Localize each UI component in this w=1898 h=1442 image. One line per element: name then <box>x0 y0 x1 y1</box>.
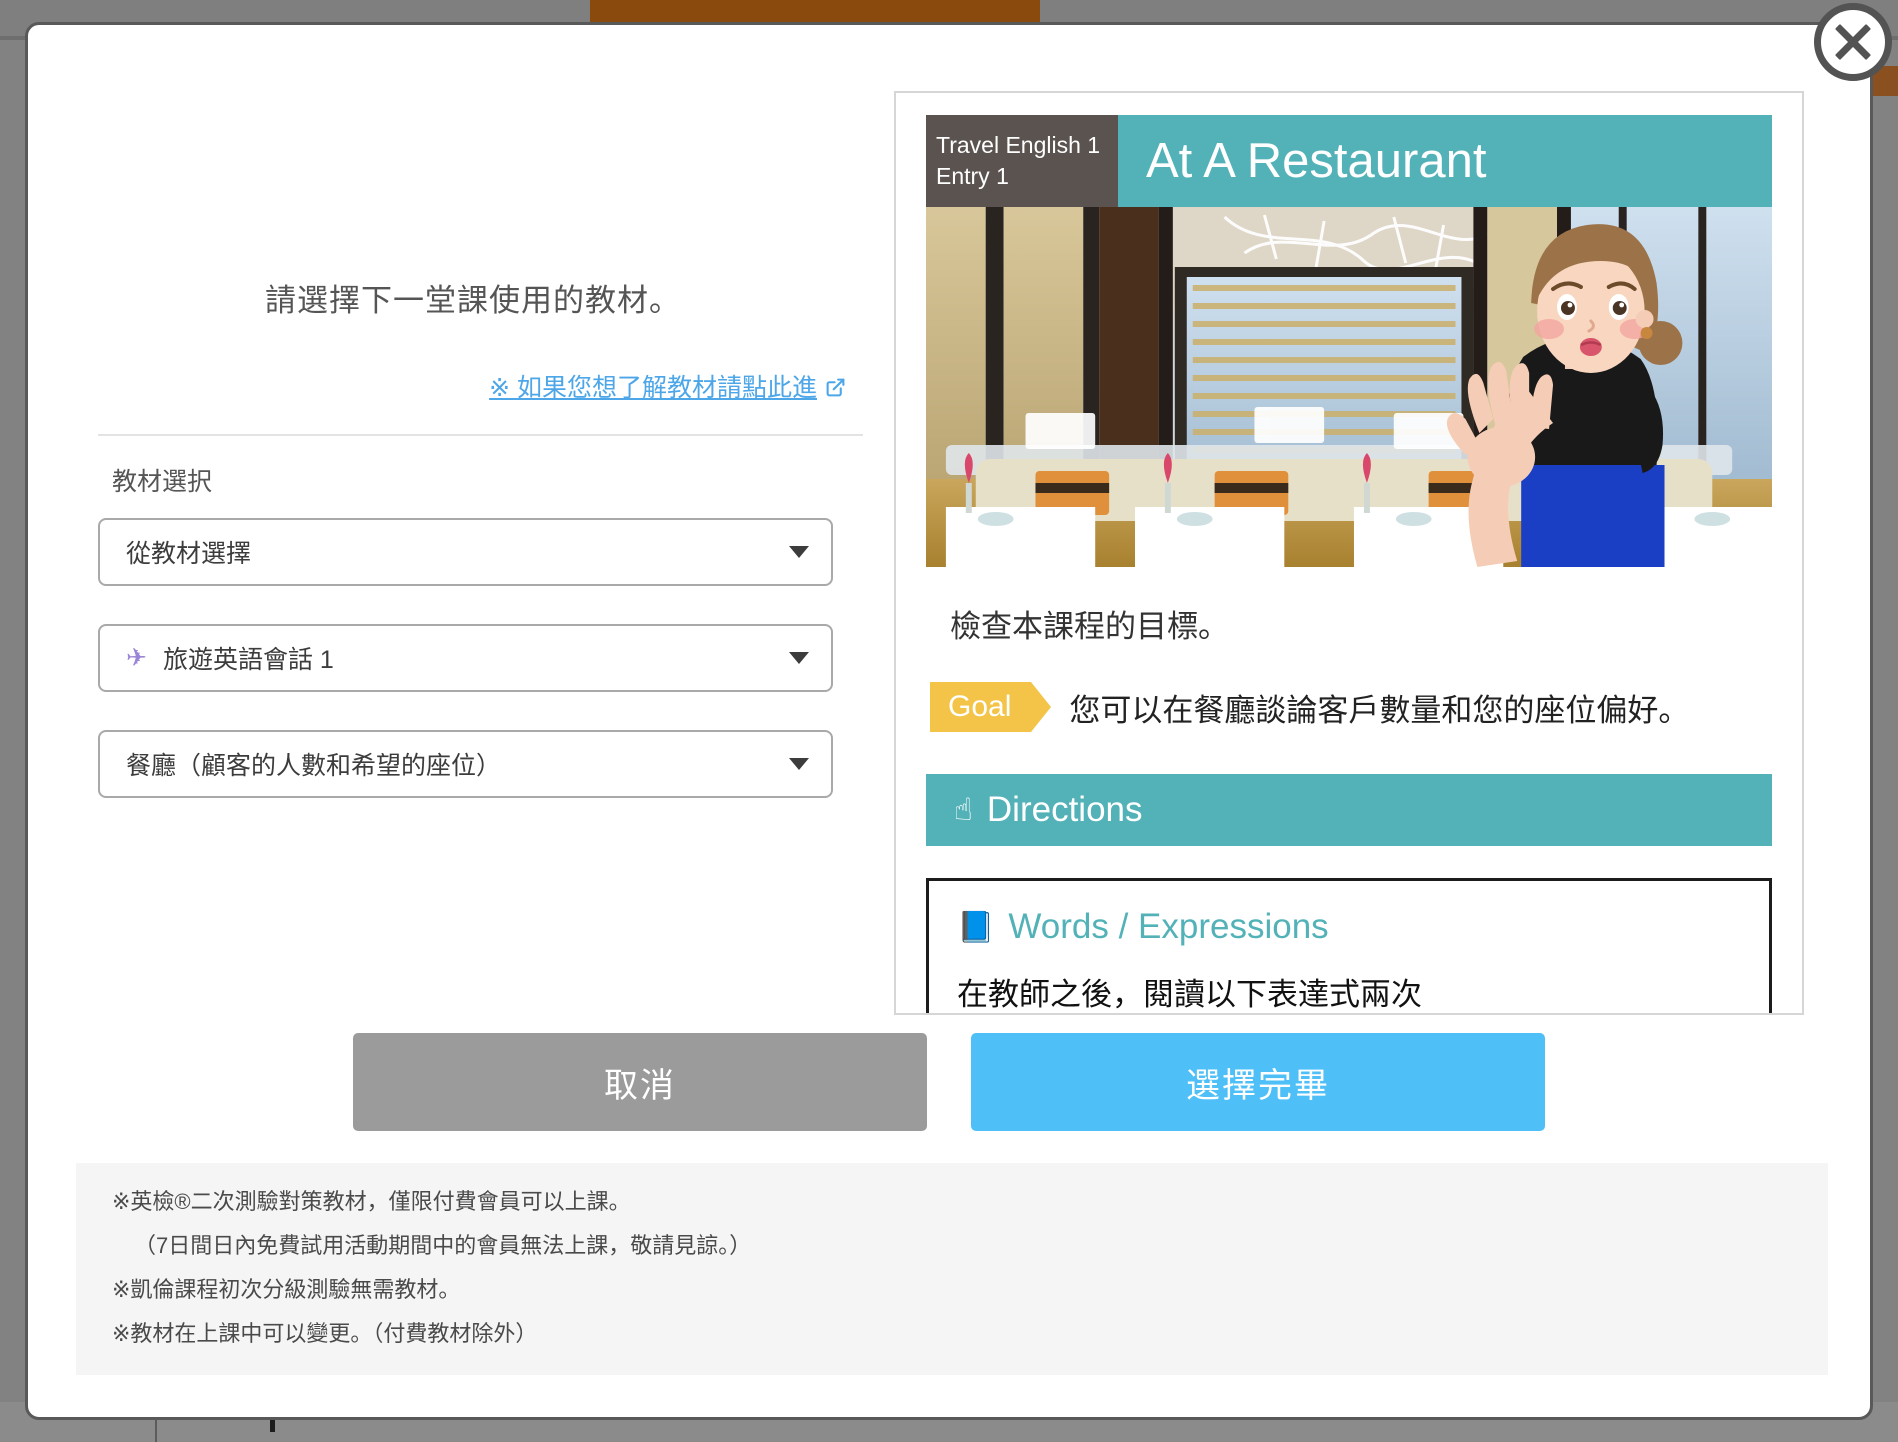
material-select-label: 教材選択 <box>112 468 213 496</box>
select-course-value: 旅遊英語會話 1 <box>162 646 334 674</box>
directions-label: Directions <box>986 790 1143 829</box>
select-lesson-value: 餐廳（顧客的人數和希望的座位） <box>126 752 502 780</box>
material-tag: Travel English 1 Entry 1 <box>926 115 1118 207</box>
material-form-column: 請選擇下一堂課使用的教材。 ※ 如果您想了解教材請點此進 教材選択 從教材選擇 <box>98 275 878 798</box>
book-icon: 📘 <box>957 910 995 944</box>
directions-section-header: ☝ Directions <box>926 774 1772 846</box>
form-divider <box>98 434 863 436</box>
material-link-row: ※ 如果您想了解教材請點此進 <box>98 368 878 404</box>
note-line: ※英檢®二次測驗對策教材，僅限付費會員可以上課。 <box>112 1189 631 1214</box>
material-tag-line-2: Entry 1 <box>936 163 1009 189</box>
lesson-goal-heading: 檢查本課程的目標。 <box>950 609 1229 644</box>
note-line: ※教材在上課中可以變更。（付費教材除外） <box>112 1321 538 1346</box>
close-icon[interactable] <box>1814 3 1892 81</box>
material-header: Travel English 1 Entry 1 At A Restaurant <box>926 115 1772 207</box>
restaurant-scene-graphic <box>926 207 1772 567</box>
chevron-down-icon <box>789 652 809 664</box>
footer-notes: ※英檢®二次測驗對策教材，僅限付費會員可以上課。 （7日間日內免費試用活動期間中… <box>76 1163 1828 1375</box>
material-title: At A Restaurant <box>1118 115 1772 207</box>
select-course[interactable]: ✈ 旅遊英語會話 1 <box>98 624 833 692</box>
material-info-link-label: ※ 如果您想了解教材請點此進 <box>489 374 817 402</box>
pointing-hand-icon: ☝ <box>954 792 973 827</box>
modal-body: 請選擇下一堂課使用的教材。 ※ 如果您想了解教材請點此進 教材選択 從教材選擇 <box>28 25 1870 1417</box>
words-expressions-instruction: 在教師之後，閱讀以下表達式兩次 <box>957 977 1422 1012</box>
material-tag-line-1: Travel English 1 <box>936 131 1101 158</box>
airplane-icon: ✈ <box>126 643 147 672</box>
material-illustration <box>926 207 1772 567</box>
goal-badge: Goal <box>930 682 1052 732</box>
goal-row: Goal 您可以在餐廳談論客戶數量和您的座位偏好。 <box>926 682 1772 732</box>
confirm-selection-button[interactable]: 選擇完畢 <box>971 1033 1545 1131</box>
material-info-link[interactable]: ※ 如果您想了解教材請點此進 <box>489 374 846 402</box>
material-selection-modal: 請選擇下一堂課使用的教材。 ※ 如果您想了解教材請點此進 教材選択 從教材選擇 <box>25 3 1892 1420</box>
select-material-source-value: 從教材選擇 <box>126 540 252 568</box>
material-preview-content: Travel English 1 Entry 1 At A Restaurant <box>896 93 1802 1013</box>
note-line: （7日間日內免費試用活動期間中的會員無法上課，敬請見諒。） <box>134 1233 752 1258</box>
goal-text: 您可以在餐廳談論客戶數量和您的座位偏好。 <box>1069 692 1690 728</box>
material-preview-panel[interactable]: Travel English 1 Entry 1 At A Restaurant <box>894 91 1804 1015</box>
chevron-down-icon <box>789 546 809 558</box>
words-expressions-box: 📘 Words / Expressions 在教師之後，閱讀以下表達式兩次 <box>926 878 1772 1013</box>
words-expressions-title: 📘 Words / Expressions <box>957 907 1741 947</box>
external-link-icon <box>825 377 846 398</box>
modal-actions: 取消 選擇完畢 <box>28 1033 1870 1131</box>
note-line: ※凱倫課程初次分級測驗無需教材。 <box>112 1277 461 1302</box>
select-lesson[interactable]: 餐廳（顧客的人數和希望的座位） <box>98 730 833 798</box>
select-material-source[interactable]: 從教材選擇 <box>98 518 833 586</box>
chevron-down-icon <box>789 758 809 770</box>
page-title: 請選擇下一堂課使用的教材。 <box>265 283 681 318</box>
cancel-button[interactable]: 取消 <box>353 1033 927 1131</box>
words-expressions-label: Words / Expressions <box>1008 907 1329 946</box>
